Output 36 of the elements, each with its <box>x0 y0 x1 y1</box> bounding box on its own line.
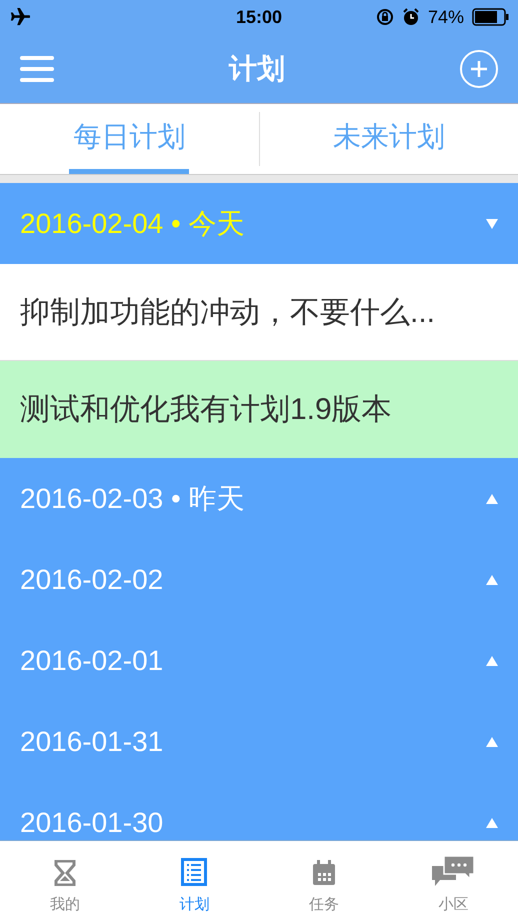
hourglass-icon <box>54 860 76 886</box>
caret-down-icon <box>486 218 498 228</box>
chat-icon <box>432 856 474 886</box>
calendar-icon <box>312 860 336 886</box>
add-button[interactable] <box>460 50 498 88</box>
day-date: 2016-01-31 <box>20 724 164 758</box>
airplane-icon <box>8 8 30 26</box>
plan-row[interactable]: 测试和优化我有计划1.9版本 <box>0 361 518 458</box>
rotation-lock-icon <box>376 8 394 26</box>
tab-bar-item[interactable]: 小区 <box>388 841 518 920</box>
plan-row[interactable]: 抑制加功能的冲动，不要什么... <box>0 264 518 361</box>
tab-bar-item[interactable]: 计划 <box>130 841 259 920</box>
day-date: 2016-02-03 • 昨天 <box>20 482 245 516</box>
battery-icon <box>472 8 510 26</box>
day-date: 2016-02-01 <box>20 644 164 678</box>
plan-text: 抑制加功能的冲动，不要什么... <box>20 294 436 330</box>
day-date: 2016-02-04 • 今天 <box>20 206 245 240</box>
caret-up-icon <box>486 818 498 828</box>
caret-up-icon <box>486 736 498 746</box>
segment-tab[interactable]: 每日计划 <box>69 104 190 174</box>
caret-up-icon <box>486 574 498 584</box>
plan-text: 测试和优化我有计划1.9版本 <box>20 392 392 428</box>
status-time: 15:00 <box>236 6 282 28</box>
plus-icon <box>469 58 489 78</box>
segment-tab[interactable]: 未来计划 <box>328 112 449 166</box>
menu-button[interactable] <box>20 54 54 84</box>
day-date: 2016-02-02 <box>20 562 164 596</box>
alarm-icon <box>402 8 420 26</box>
caret-up-icon <box>486 494 498 504</box>
battery-percentage: 74% <box>428 6 464 28</box>
tab-bar-item[interactable]: 任务 <box>259 841 388 920</box>
nav-title: 计划 <box>229 52 285 86</box>
list-icon <box>181 858 208 886</box>
tab-bar-item[interactable]: 我的 <box>0 841 130 920</box>
day-date: 2016-01-30 <box>20 806 164 840</box>
caret-up-icon <box>486 656 498 666</box>
